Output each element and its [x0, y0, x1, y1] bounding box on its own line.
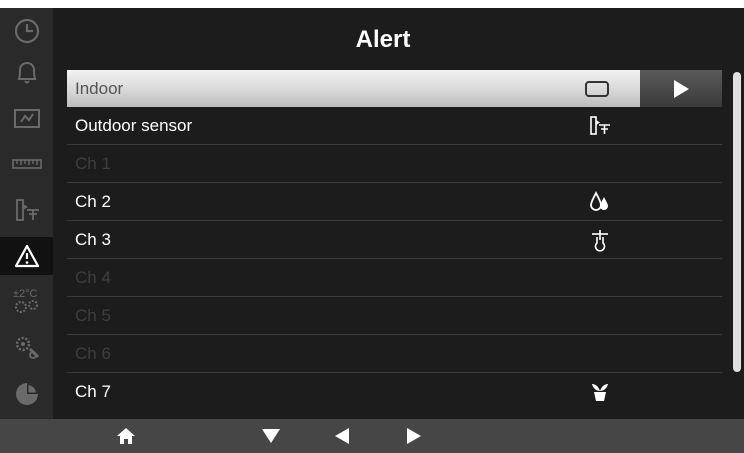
list-item-ch1[interactable]: Ch 1: [67, 145, 722, 183]
sidebar: ±2°C: [0, 8, 53, 419]
list-item-label: Ch 4: [75, 267, 111, 287]
pie-chart-icon: [15, 383, 38, 405]
list-item-ch4[interactable]: Ch 4: [67, 259, 722, 297]
arrow-right-icon: [407, 428, 421, 444]
list-item-label: Indoor: [75, 78, 124, 98]
play-arrow-icon: [674, 79, 689, 98]
sidebar-item-display[interactable]: [0, 102, 53, 136]
display-icon: [13, 109, 40, 128]
arrow-left-icon: [335, 428, 349, 444]
list-item-ch6[interactable]: Ch 6: [67, 335, 722, 373]
list-item-ch7[interactable]: Ch 7: [67, 373, 722, 410]
sidebar-item-settings[interactable]: [0, 330, 53, 364]
list-item-ch2[interactable]: Ch 2: [67, 183, 722, 221]
list-item-label: Ch 5: [75, 305, 111, 325]
device-screen: ±2°C Alert Indoor Outdoor sensor Ch 1 Ch…: [0, 0, 744, 453]
clock-icon: [14, 18, 39, 44]
sidebar-item-alert[interactable]: [0, 237, 53, 275]
sensor-icon: [15, 199, 39, 221]
home-icon: [117, 428, 135, 444]
sidebar-item-clock[interactable]: [0, 14, 53, 48]
open-indoor-button[interactable]: [640, 70, 722, 107]
plant-pot-icon: [582, 373, 618, 410]
list-item-label: Ch 1: [75, 153, 111, 173]
scroll-down-button[interactable]: [251, 419, 291, 453]
scrollbar[interactable]: [733, 72, 741, 372]
list-item-label: Ch 2: [75, 191, 111, 211]
list-item-label: Ch 3: [75, 229, 111, 249]
list-item-ch3[interactable]: Ch 3: [67, 221, 722, 259]
page-title: Alert: [355, 26, 411, 53]
screen-icon: [579, 70, 615, 107]
forward-button[interactable]: [394, 419, 434, 453]
bell-icon: [17, 61, 36, 84]
sensor-icon: [582, 107, 618, 144]
back-button[interactable]: [322, 419, 362, 453]
home-button[interactable]: [106, 419, 146, 453]
offset-label: ±2°C: [13, 288, 38, 300]
sidebar-item-alarm[interactable]: [0, 56, 53, 90]
settings-gears-icon: [15, 336, 39, 359]
sidebar-item-units[interactable]: [0, 147, 53, 181]
list-item-label: Ch 6: [75, 343, 111, 363]
sidebar-item-sensor[interactable]: [0, 193, 53, 227]
list-item-outdoor-sensor[interactable]: Outdoor sensor: [67, 107, 722, 145]
ruler-icon: [11, 159, 42, 169]
list-item-label: Outdoor sensor: [75, 115, 193, 135]
alert-list: Indoor Outdoor sensor Ch 1 Ch 2 Ch 3 Ch …: [67, 70, 722, 410]
alert-panel: Alert Indoor Outdoor sensor Ch 1 Ch 2 Ch…: [53, 8, 744, 419]
arrow-down-icon: [262, 429, 280, 443]
water-drops-icon: [582, 183, 618, 220]
temperature-offset-icon: ±2°C: [13, 288, 38, 313]
list-item-ch5[interactable]: Ch 5: [67, 297, 722, 335]
bottom-nav-bar: [0, 419, 744, 453]
list-item-indoor[interactable]: Indoor: [67, 70, 722, 107]
alert-triangle-icon: [14, 244, 39, 268]
list-item-label: Ch 7: [75, 381, 111, 401]
sidebar-item-calibration[interactable]: ±2°C: [0, 283, 53, 317]
sidebar-item-history[interactable]: [0, 377, 53, 411]
probe-icon: [582, 221, 618, 258]
